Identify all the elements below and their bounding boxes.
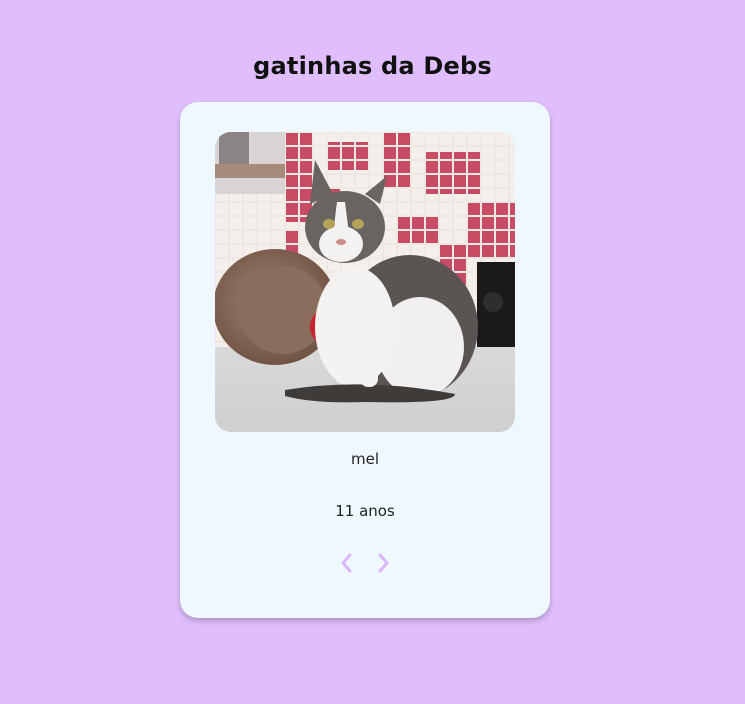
cat-card: mel 11 anos bbox=[180, 102, 550, 618]
cat-photo-image bbox=[215, 132, 515, 432]
chevron-left-icon bbox=[341, 553, 352, 573]
chevron-right-icon bbox=[378, 553, 389, 573]
next-button[interactable] bbox=[372, 550, 394, 576]
cat-name: mel bbox=[350, 450, 379, 468]
page-title: gatinhas da Debs bbox=[253, 52, 492, 80]
cat-photo bbox=[215, 132, 515, 432]
card-navigation bbox=[180, 550, 550, 576]
cat-age: 11 anos bbox=[335, 502, 395, 520]
previous-button[interactable] bbox=[336, 550, 358, 576]
